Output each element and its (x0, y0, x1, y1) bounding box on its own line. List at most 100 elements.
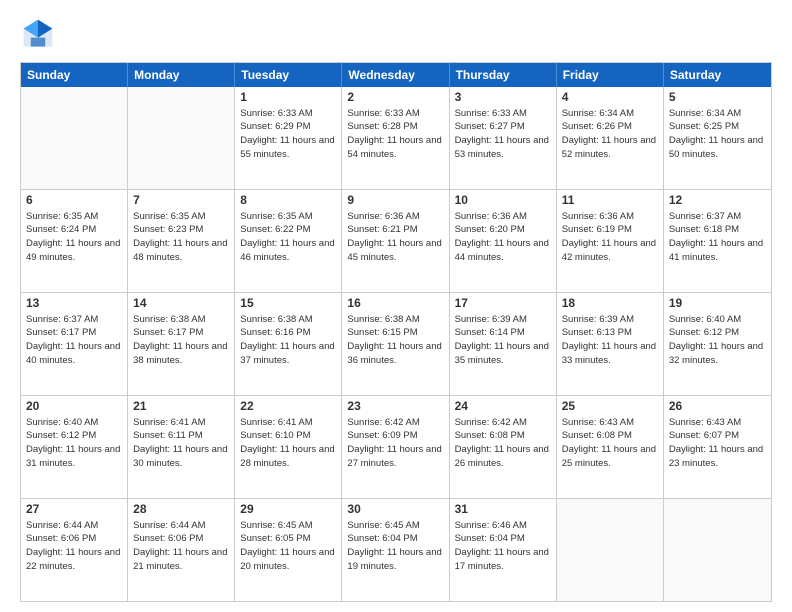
day-number: 24 (455, 399, 551, 415)
day-cell-22: 22Sunrise: 6:41 AM Sunset: 6:10 PM Dayli… (235, 396, 342, 498)
day-info: Sunrise: 6:39 AM Sunset: 6:14 PM Dayligh… (455, 314, 549, 366)
day-number: 9 (347, 193, 443, 209)
day-info: Sunrise: 6:33 AM Sunset: 6:27 PM Dayligh… (455, 108, 549, 160)
day-info: Sunrise: 6:43 AM Sunset: 6:07 PM Dayligh… (669, 417, 763, 469)
day-number: 15 (240, 296, 336, 312)
calendar-row-3: 20 Sunrise: 6:40 AM Sunset: 6:12 PM Dayli… (21, 395, 771, 498)
day-info: Sunrise: 6:35 AM Sunset: 6:22 PM Dayligh… (240, 211, 334, 263)
day-cell-15: 15 Sunrise: 6:38 AM Sunset: 6:16 PM Dayli… (235, 293, 342, 395)
day-cell-9: 9 Sunrise: 6:36 AM Sunset: 6:21 PM Daylig… (342, 190, 449, 292)
day-cell-13: 13 Sunrise: 6:37 AM Sunset: 6:17 PM Dayli… (21, 293, 128, 395)
day-info: Sunrise: 6:45 AM Sunset: 6:04 PM Dayligh… (347, 520, 441, 572)
calendar-header: SundayMondayTuesdayWednesdayThursdayFrid… (21, 63, 771, 87)
day-cell-4: 4Sunrise: 6:34 AM Sunset: 6:26 PM Daylig… (557, 87, 664, 189)
day-cell-14: 14 Sunrise: 6:38 AM Sunset: 6:17 PM Dayli… (128, 293, 235, 395)
header-day-saturday: Saturday (664, 63, 771, 87)
day-number: 10 (455, 193, 551, 209)
day-number: 20 (26, 399, 122, 415)
calendar-row-2: 13 Sunrise: 6:37 AM Sunset: 6:17 PM Dayli… (21, 292, 771, 395)
day-number: 30 (347, 502, 443, 518)
day-number: 28 (133, 502, 229, 518)
day-cell-20: 20 Sunrise: 6:40 AM Sunset: 6:12 PM Dayli… (21, 396, 128, 498)
day-number: 31 (455, 502, 551, 518)
header-day-thursday: Thursday (450, 63, 557, 87)
calendar-body: 1 Sunrise: 6:33 AM Sunset: 6:29 PM Daylig… (21, 87, 771, 601)
day-info: Sunrise: 6:36 AM Sunset: 6:21 PM Dayligh… (347, 211, 441, 263)
day-cell-25: 25 Sunrise: 6:43 AM Sunset: 6:08 PM Dayli… (557, 396, 664, 498)
day-info: Sunrise: 6:41 AM Sunset: 6:10 PM Dayligh… (240, 417, 334, 469)
day-cell-19: 19 Sunrise: 6:40 AM Sunset: 6:12 PM Dayli… (664, 293, 771, 395)
day-cell-30: 30 Sunrise: 6:45 AM Sunset: 6:04 PM Dayli… (342, 499, 449, 601)
day-number: 27 (26, 502, 122, 518)
day-cell-1: 1 Sunrise: 6:33 AM Sunset: 6:29 PM Daylig… (235, 87, 342, 189)
day-number: 11 (562, 193, 658, 209)
day-cell-7: 7Sunrise: 6:35 AM Sunset: 6:23 PM Daylig… (128, 190, 235, 292)
day-cell-6: 6Sunrise: 6:35 AM Sunset: 6:24 PM Daylig… (21, 190, 128, 292)
day-info: Sunrise: 6:37 AM Sunset: 6:17 PM Dayligh… (26, 314, 120, 366)
day-cell-10: 10 Sunrise: 6:36 AM Sunset: 6:20 PM Dayli… (450, 190, 557, 292)
day-info: Sunrise: 6:33 AM Sunset: 6:28 PM Dayligh… (347, 108, 441, 160)
day-number: 21 (133, 399, 229, 415)
day-info: Sunrise: 6:35 AM Sunset: 6:24 PM Dayligh… (26, 211, 120, 263)
day-cell-28: 28 Sunrise: 6:44 AM Sunset: 6:06 PM Dayli… (128, 499, 235, 601)
empty-cell (557, 499, 664, 601)
day-cell-31: 31 Sunrise: 6:46 AM Sunset: 6:04 PM Dayli… (450, 499, 557, 601)
day-info: Sunrise: 6:35 AM Sunset: 6:23 PM Dayligh… (133, 211, 227, 263)
day-number: 5 (669, 90, 766, 106)
day-info: Sunrise: 6:44 AM Sunset: 6:06 PM Dayligh… (133, 520, 227, 572)
day-number: 19 (669, 296, 766, 312)
day-number: 17 (455, 296, 551, 312)
day-number: 25 (562, 399, 658, 415)
day-cell-3: 3 Sunrise: 6:33 AM Sunset: 6:27 PM Daylig… (450, 87, 557, 189)
day-number: 8 (240, 193, 336, 209)
day-info: Sunrise: 6:33 AM Sunset: 6:29 PM Dayligh… (240, 108, 334, 160)
day-info: Sunrise: 6:40 AM Sunset: 6:12 PM Dayligh… (26, 417, 120, 469)
day-info: Sunrise: 6:41 AM Sunset: 6:11 PM Dayligh… (133, 417, 227, 469)
day-info: Sunrise: 6:44 AM Sunset: 6:06 PM Dayligh… (26, 520, 120, 572)
day-number: 3 (455, 90, 551, 106)
day-number: 16 (347, 296, 443, 312)
day-number: 29 (240, 502, 336, 518)
day-number: 18 (562, 296, 658, 312)
header (20, 16, 772, 52)
logo-icon (20, 16, 56, 52)
empty-cell (664, 499, 771, 601)
day-number: 13 (26, 296, 122, 312)
header-day-friday: Friday (557, 63, 664, 87)
logo (20, 16, 62, 52)
day-info: Sunrise: 6:40 AM Sunset: 6:12 PM Dayligh… (669, 314, 763, 366)
calendar-row-4: 27 Sunrise: 6:44 AM Sunset: 6:06 PM Dayli… (21, 498, 771, 601)
day-number: 2 (347, 90, 443, 106)
day-info: Sunrise: 6:38 AM Sunset: 6:16 PM Dayligh… (240, 314, 334, 366)
calendar-row-0: 1 Sunrise: 6:33 AM Sunset: 6:29 PM Daylig… (21, 87, 771, 189)
day-cell-18: 18 Sunrise: 6:39 AM Sunset: 6:13 PM Dayli… (557, 293, 664, 395)
day-info: Sunrise: 6:36 AM Sunset: 6:20 PM Dayligh… (455, 211, 549, 263)
day-info: Sunrise: 6:42 AM Sunset: 6:09 PM Dayligh… (347, 417, 441, 469)
day-cell-12: 12Sunrise: 6:37 AM Sunset: 6:18 PM Dayli… (664, 190, 771, 292)
day-info: Sunrise: 6:36 AM Sunset: 6:19 PM Dayligh… (562, 211, 656, 263)
page: SundayMondayTuesdayWednesdayThursdayFrid… (0, 0, 792, 612)
day-info: Sunrise: 6:46 AM Sunset: 6:04 PM Dayligh… (455, 520, 549, 572)
empty-cell (128, 87, 235, 189)
day-info: Sunrise: 6:39 AM Sunset: 6:13 PM Dayligh… (562, 314, 656, 366)
day-cell-17: 17 Sunrise: 6:39 AM Sunset: 6:14 PM Dayli… (450, 293, 557, 395)
day-info: Sunrise: 6:38 AM Sunset: 6:17 PM Dayligh… (133, 314, 227, 366)
day-cell-5: 5 Sunrise: 6:34 AM Sunset: 6:25 PM Daylig… (664, 87, 771, 189)
header-day-wednesday: Wednesday (342, 63, 449, 87)
day-info: Sunrise: 6:43 AM Sunset: 6:08 PM Dayligh… (562, 417, 656, 469)
day-cell-2: 2 Sunrise: 6:33 AM Sunset: 6:28 PM Daylig… (342, 87, 449, 189)
day-cell-24: 24Sunrise: 6:42 AM Sunset: 6:08 PM Dayli… (450, 396, 557, 498)
day-number: 26 (669, 399, 766, 415)
day-number: 23 (347, 399, 443, 415)
day-cell-29: 29Sunrise: 6:45 AM Sunset: 6:05 PM Dayli… (235, 499, 342, 601)
calendar: SundayMondayTuesdayWednesdayThursdayFrid… (20, 62, 772, 602)
day-cell-21: 21 Sunrise: 6:41 AM Sunset: 6:11 PM Dayli… (128, 396, 235, 498)
day-cell-23: 23 Sunrise: 6:42 AM Sunset: 6:09 PM Dayli… (342, 396, 449, 498)
day-number: 1 (240, 90, 336, 106)
empty-cell (21, 87, 128, 189)
header-day-monday: Monday (128, 63, 235, 87)
header-day-sunday: Sunday (21, 63, 128, 87)
day-info: Sunrise: 6:34 AM Sunset: 6:25 PM Dayligh… (669, 108, 763, 160)
day-info: Sunrise: 6:37 AM Sunset: 6:18 PM Dayligh… (669, 211, 763, 263)
day-number: 14 (133, 296, 229, 312)
